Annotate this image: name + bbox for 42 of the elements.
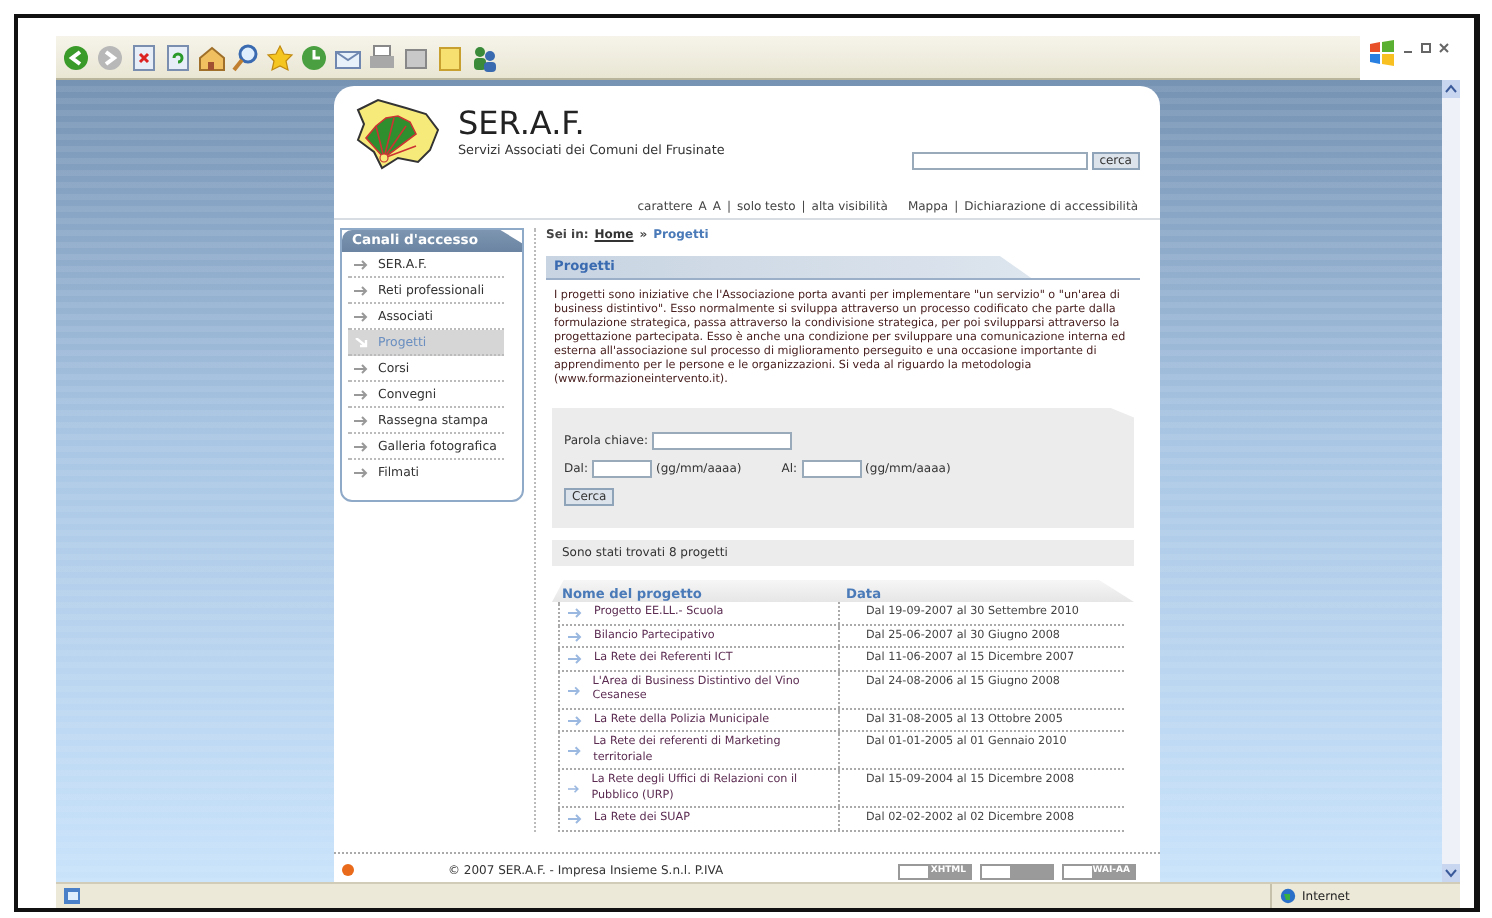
scroll-up-icon[interactable] — [1442, 80, 1460, 98]
scroll-down-icon[interactable] — [1442, 864, 1460, 882]
arrow-icon — [354, 311, 368, 321]
search-field[interactable] — [911, 152, 1088, 170]
arrow-icon — [354, 389, 368, 399]
arrow-icon — [354, 285, 368, 295]
restore-icon[interactable] — [1420, 40, 1432, 56]
arrow-icon — [354, 337, 368, 347]
arrow-icon — [568, 608, 582, 619]
site-title: SER.A.F. — [458, 106, 587, 142]
arrow-icon — [354, 441, 368, 451]
arrow-icon — [568, 631, 582, 642]
stop-icon[interactable] — [130, 43, 158, 71]
arrow-icon — [354, 415, 368, 425]
refresh-icon[interactable] — [164, 43, 192, 71]
forward-icon[interactable] — [96, 43, 124, 71]
print-icon[interactable] — [368, 43, 396, 71]
close-icon[interactable] — [1438, 40, 1450, 56]
from-date-field[interactable] — [592, 460, 652, 478]
arrow-icon — [568, 784, 580, 794]
to-date-field[interactable] — [801, 460, 862, 478]
page-icon — [62, 886, 82, 906]
arrow-icon — [568, 715, 582, 726]
home-icon[interactable] — [198, 43, 226, 71]
history-icon[interactable] — [300, 43, 328, 71]
arrow-icon — [354, 259, 368, 269]
arrow-icon — [354, 363, 368, 373]
arrow-icon — [568, 814, 582, 825]
search-icon[interactable] — [232, 43, 260, 71]
star-icon[interactable] — [266, 43, 294, 71]
note-icon[interactable] — [436, 43, 464, 71]
globe-icon — [1280, 888, 1296, 904]
arrow-icon — [568, 685, 581, 695]
arrow-icon — [354, 467, 368, 477]
back-icon[interactable] — [62, 43, 90, 71]
arrow-icon — [568, 746, 582, 756]
validation-badge[interactable] — [980, 863, 1054, 879]
people-icon[interactable] — [470, 43, 498, 71]
rss-icon[interactable] — [342, 864, 354, 876]
keyword-field[interactable] — [652, 432, 792, 450]
windows-logo-icon — [1368, 40, 1396, 66]
arrow-icon — [568, 654, 582, 665]
